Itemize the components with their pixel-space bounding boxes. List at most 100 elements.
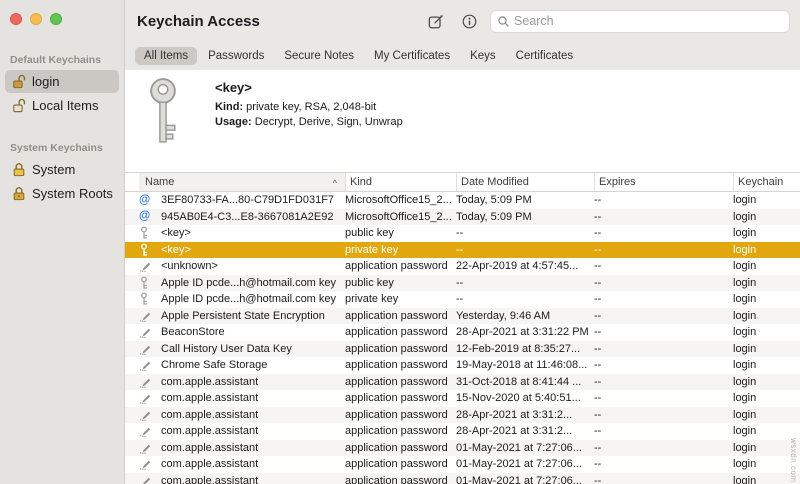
table-row[interactable]: com.apple.assistant application password… <box>125 423 800 440</box>
item-keychain-cell: login <box>733 408 757 421</box>
item-name-cell: BeaconStore <box>161 326 225 338</box>
item-modified-cell: 28-Apr-2021 at 3:31:2... <box>456 425 573 437</box>
item-name-cell: com.apple.assistant <box>161 441 259 454</box>
sidebar-item-system-roots[interactable]: System Roots <box>5 182 119 205</box>
pencil-icon <box>139 473 161 484</box>
table-row[interactable]: @ 3EF80733-FA...80-C79D1FD031F7 Microsof… <box>125 192 800 209</box>
category-tabbar: All Items Passwords Secure Notes My Cert… <box>125 42 800 70</box>
item-expires-cell: -- <box>594 425 602 437</box>
table-row[interactable]: com.apple.assistant application password… <box>125 439 800 456</box>
item-kind-cell: application password <box>345 342 448 355</box>
column-header-expires[interactable]: Expires <box>594 173 733 191</box>
table-row[interactable]: Chrome Safe Storage application password… <box>125 357 800 374</box>
item-name-cell: Apple Persistent State Encryption <box>161 309 325 322</box>
tab-all-items[interactable]: All Items <box>135 47 198 65</box>
key-icon <box>139 225 161 242</box>
item-keychain-cell: login <box>733 210 757 223</box>
column-header-date-modified[interactable]: Date Modified <box>456 173 594 191</box>
item-kind-cell: private key <box>345 293 399 305</box>
item-expires-cell: -- <box>594 375 602 388</box>
tab-secure-notes[interactable]: Secure Notes <box>275 47 363 65</box>
column-header-name[interactable]: Name ^ <box>139 173 345 191</box>
table-row[interactable]: com.apple.assistant application password… <box>125 406 800 424</box>
item-keychain-cell: login <box>733 326 757 338</box>
item-kind-cell: application password <box>345 392 448 404</box>
table-row[interactable]: Apple ID pcde...h@hotmail.com key privat… <box>125 291 800 308</box>
table-row[interactable]: com.apple.assistant application password… <box>125 472 800 484</box>
tab-passwords[interactable]: Passwords <box>199 47 273 65</box>
sidebar-section-system-keychains: System Keychains <box>10 142 103 154</box>
item-keychain-cell: login <box>733 243 757 256</box>
item-modified-cell: 28-Apr-2021 at 3:31:22 PM <box>456 326 589 338</box>
item-kind-cell: MicrosoftOffice15_2... <box>345 210 452 223</box>
item-modified-cell: Today, 5:09 PM <box>456 210 532 223</box>
sidebar: Default Keychains login Local Items Syst… <box>0 0 125 484</box>
table-row[interactable]: Apple ID pcde...h@hotmail.com key public… <box>125 274 800 291</box>
locked-padlock-icon <box>11 186 26 201</box>
keychain-access-window: Default Keychains login Local Items Syst… <box>0 0 800 484</box>
column-header-keychain[interactable]: Keychain <box>733 173 800 191</box>
pencil-icon <box>139 324 161 341</box>
sidebar-item-local-items[interactable]: Local Items <box>5 94 119 117</box>
detail-title: <key> <box>215 80 252 95</box>
table-row[interactable]: @ 945AB0E4-C3...E8-3667081A2E92 Microsof… <box>125 208 800 225</box>
table-row[interactable]: com.apple.assistant application password… <box>125 390 800 407</box>
table-body: @ 3EF80733-FA...80-C79D1FD031F7 Microsof… <box>125 192 800 484</box>
item-keychain-cell: login <box>733 342 757 355</box>
item-expires-cell: -- <box>594 276 602 289</box>
selected-item-detail: <key> Kind: private key, RSA, 2,048-bit … <box>125 70 800 172</box>
item-keychain-cell: login <box>733 293 757 305</box>
new-item-button[interactable] <box>422 9 448 33</box>
window-controls <box>10 13 62 25</box>
sidebar-item-label: System <box>32 162 76 177</box>
detail-kind: Kind: private key, RSA, 2,048-bit <box>215 101 377 113</box>
item-modified-cell: 12-Feb-2019 at 8:35:27... <box>456 342 581 355</box>
table-row[interactable]: <key> private key -- -- login <box>125 241 800 258</box>
info-button[interactable] <box>456 9 482 33</box>
tab-keys[interactable]: Keys <box>461 47 505 65</box>
close-button[interactable] <box>10 13 22 25</box>
item-name-cell: Call History User Data Key <box>161 342 292 355</box>
table-row[interactable]: <key> public key -- -- login <box>125 225 800 242</box>
table-row[interactable]: Apple Persistent State Encryption applic… <box>125 307 800 324</box>
search-input[interactable] <box>514 14 783 28</box>
sidebar-item-login[interactable]: login <box>5 70 119 93</box>
item-kind-cell: application password <box>345 425 448 437</box>
table-row[interactable]: <unknown> application password 22-Apr-20… <box>125 258 800 275</box>
table-row[interactable]: BeaconStore application password 28-Apr-… <box>125 324 800 341</box>
item-keychain-cell: login <box>733 359 757 371</box>
zoom-button[interactable] <box>50 13 62 25</box>
item-name-cell: <key> <box>161 227 191 239</box>
item-kind-cell: application password <box>345 260 448 272</box>
item-keychain-cell: login <box>733 392 757 404</box>
item-expires-cell: -- <box>594 392 602 404</box>
item-kind-cell: application password <box>345 458 448 470</box>
item-kind-cell: application password <box>345 309 448 322</box>
key-icon <box>139 77 187 150</box>
minimize-button[interactable] <box>30 13 42 25</box>
detail-usage: Usage: Decrypt, Derive, Sign, Unwrap <box>215 116 403 128</box>
item-modified-cell: 22-Apr-2019 at 4:57:45... <box>456 260 579 272</box>
sidebar-item-system[interactable]: System <box>5 158 119 181</box>
pencil-icon <box>139 357 161 374</box>
tab-my-certificates[interactable]: My Certificates <box>365 47 459 65</box>
table-row[interactable]: Call History User Data Key application p… <box>125 340 800 357</box>
item-modified-cell: 19-May-2018 at 11:46:08... <box>456 359 588 371</box>
item-kind-cell: application password <box>345 326 448 338</box>
at-icon: @ <box>139 210 151 222</box>
column-header-kind[interactable]: Kind <box>345 173 456 191</box>
pencil-icon <box>139 407 161 424</box>
item-expires-cell: -- <box>594 309 602 322</box>
item-name-cell: 3EF80733-FA...80-C79D1FD031F7 <box>161 194 335 206</box>
search-field[interactable] <box>490 9 790 33</box>
locked-padlock-icon <box>11 162 26 177</box>
key-icon <box>139 291 161 308</box>
table-row[interactable]: com.apple.assistant application password… <box>125 373 800 390</box>
item-name-cell: com.apple.assistant <box>161 425 259 437</box>
table-row[interactable]: com.apple.assistant application password… <box>125 456 800 473</box>
unlocked-padlock-icon <box>11 74 26 89</box>
tab-certificates[interactable]: Certificates <box>507 47 583 65</box>
at-icon: @ <box>139 193 151 206</box>
main-content: <key> Kind: private key, RSA, 2,048-bit … <box>125 70 800 484</box>
item-expires-cell: -- <box>594 293 602 305</box>
